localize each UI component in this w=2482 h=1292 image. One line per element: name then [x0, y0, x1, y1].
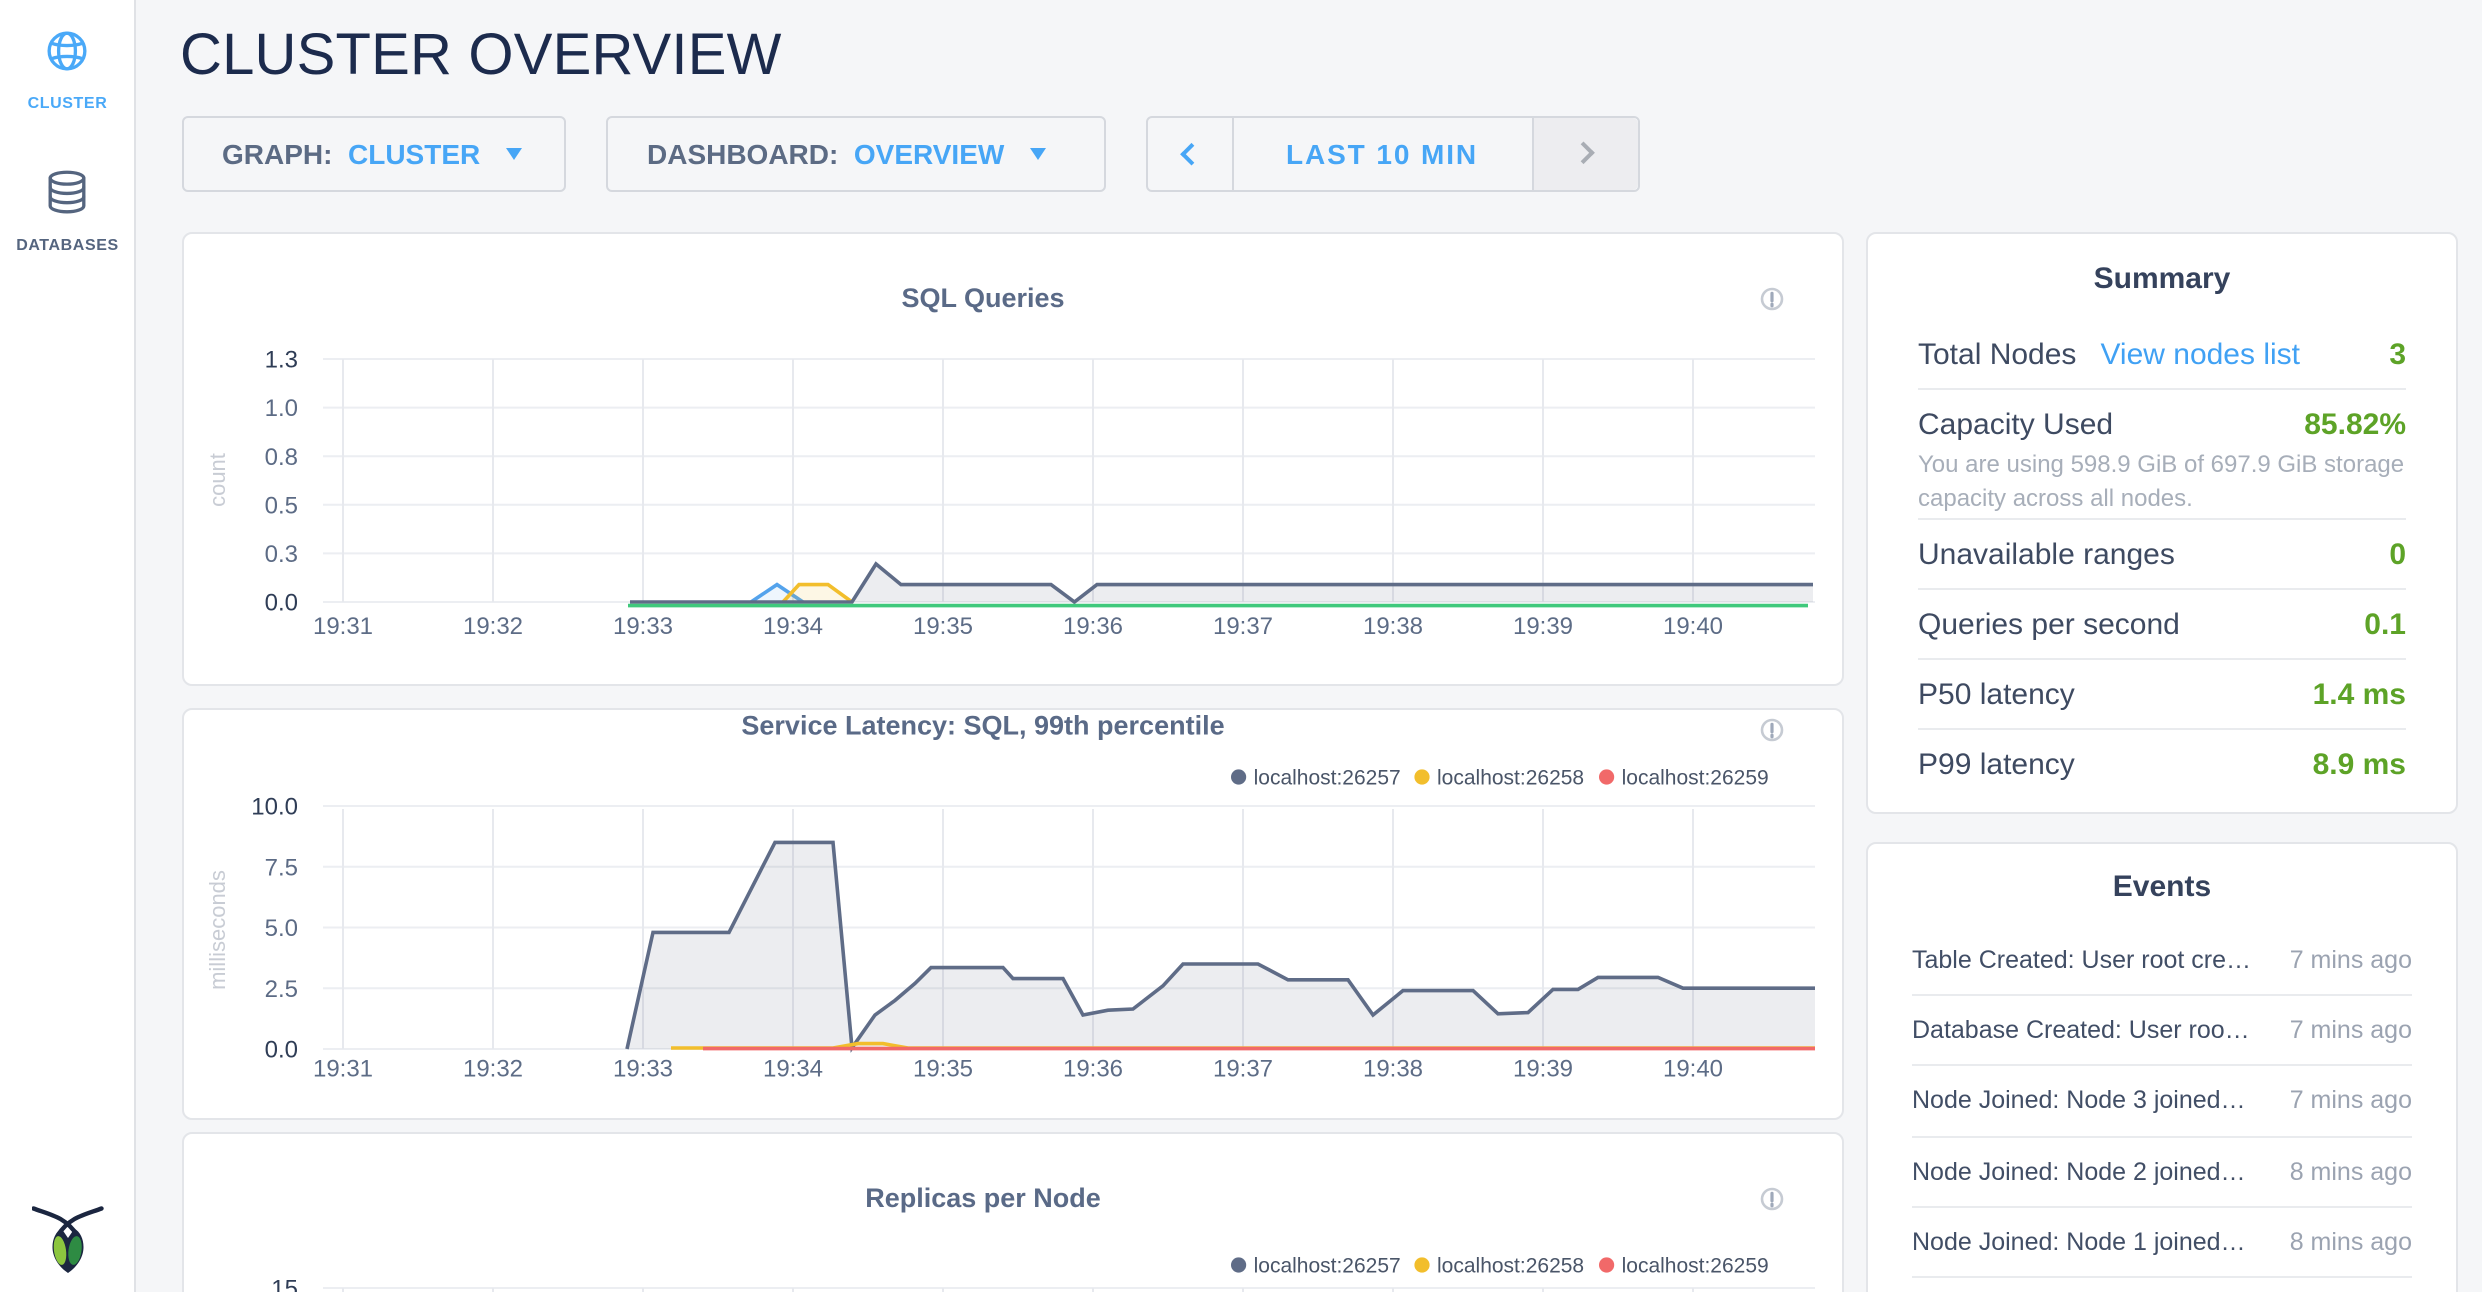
svg-text:localhost:26258: localhost:26258 [1436, 1254, 1583, 1277]
svg-text:19:40: 19:40 [1662, 613, 1722, 640]
svg-text:0.3: 0.3 [264, 541, 297, 568]
svg-text:5.0: 5.0 [264, 914, 297, 941]
svg-text:19:34: 19:34 [762, 613, 822, 640]
svg-text:19:35: 19:35 [912, 613, 972, 640]
svg-text:19:33: 19:33 [612, 1054, 672, 1081]
svg-text:1.0: 1.0 [264, 395, 297, 422]
svg-text:7.5: 7.5 [264, 853, 297, 880]
svg-text:15: 15 [270, 1275, 297, 1292]
svg-text:localhost:26257: localhost:26257 [1253, 1254, 1400, 1277]
svg-text:19:36: 19:36 [1062, 1054, 1122, 1081]
svg-text:19:39: 19:39 [1512, 613, 1572, 640]
svg-text:localhost:26258: localhost:26258 [1436, 766, 1583, 789]
svg-text:19:32: 19:32 [462, 1054, 522, 1081]
svg-text:0.8: 0.8 [264, 444, 297, 471]
svg-text:count: count [204, 453, 229, 507]
svg-text:2.5: 2.5 [264, 975, 297, 1002]
svg-text:19:38: 19:38 [1362, 1054, 1422, 1081]
svg-text:19:31: 19:31 [312, 613, 372, 640]
svg-text:19:33: 19:33 [612, 613, 672, 640]
svg-text:19:37: 19:37 [1212, 1054, 1272, 1081]
svg-text:19:32: 19:32 [462, 613, 522, 640]
svg-text:Service Latency: SQL, 99th per: Service Latency: SQL, 99th percentile [740, 709, 1223, 739]
svg-text:19:38: 19:38 [1362, 613, 1422, 640]
svg-text:0.0: 0.0 [264, 590, 297, 617]
svg-text:Replicas per Node: Replicas per Node [864, 1182, 1100, 1212]
svg-text:0.5: 0.5 [264, 492, 297, 519]
svg-text:19:39: 19:39 [1512, 1054, 1572, 1081]
svg-text:localhost:26259: localhost:26259 [1621, 766, 1768, 789]
svg-text:milliseconds: milliseconds [204, 869, 229, 989]
svg-text:10.0: 10.0 [250, 793, 297, 820]
svg-text:localhost:26259: localhost:26259 [1621, 1254, 1768, 1277]
svg-text:19:31: 19:31 [312, 1054, 372, 1081]
svg-text:1.3: 1.3 [264, 347, 297, 374]
svg-text:19:35: 19:35 [912, 1054, 972, 1081]
svg-text:SQL Queries: SQL Queries [900, 283, 1063, 313]
svg-text:19:37: 19:37 [1212, 613, 1272, 640]
svg-text:19:36: 19:36 [1062, 613, 1122, 640]
svg-text:localhost:26257: localhost:26257 [1253, 766, 1400, 789]
svg-text:19:40: 19:40 [1662, 1054, 1722, 1081]
svg-text:0.0: 0.0 [264, 1036, 297, 1063]
svg-text:19:34: 19:34 [762, 1054, 822, 1081]
